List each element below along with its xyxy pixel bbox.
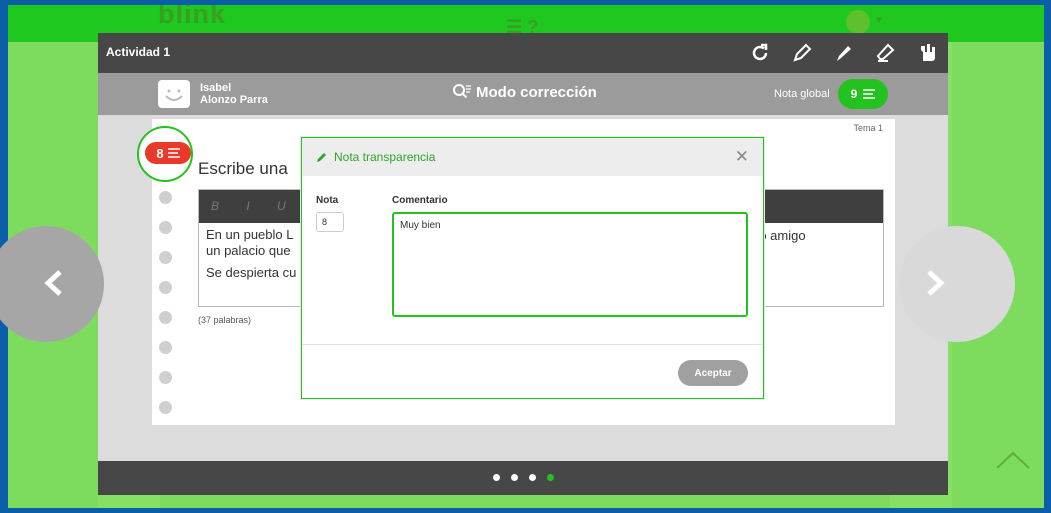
grade-input[interactable]	[316, 212, 344, 232]
answer-text: En un pueblo L	[206, 227, 294, 242]
word-count: (37 palabras)	[198, 315, 252, 325]
student-bar: Isabel Alonzo Parra Modo corrección Nota…	[98, 73, 948, 115]
hole	[159, 281, 172, 294]
hand-icon[interactable]	[916, 41, 940, 65]
pager-dots	[98, 474, 948, 481]
grade-modal: Nota transparencia ✕ Nota Comentario Muy…	[301, 137, 764, 399]
close-icon[interactable]: ✕	[735, 147, 749, 167]
pager-dot[interactable]	[492, 474, 500, 481]
refresh-icon[interactable]	[748, 41, 772, 65]
activity-toolbar: Actividad 1	[98, 33, 948, 73]
modal-header: Nota transparencia ✕	[302, 138, 763, 176]
activity-title: Actividad 1	[106, 45, 171, 59]
search-list-icon	[453, 84, 471, 99]
comment-label: Comentario	[392, 195, 448, 206]
hole	[159, 341, 172, 354]
topic-label: Tema 1	[853, 123, 883, 133]
grade-badge[interactable]: 8	[145, 142, 191, 164]
chevron-right-icon	[927, 270, 945, 296]
next-button[interactable]	[899, 226, 1015, 342]
chevron-down-icon[interactable]: ▼	[874, 15, 884, 26]
brand-logo: blink	[158, 5, 227, 29]
divider	[302, 344, 763, 345]
accept-button[interactable]: Aceptar	[678, 360, 748, 386]
pager-bar	[98, 461, 948, 495]
grade-label: Nota	[316, 195, 339, 206]
hole	[159, 221, 172, 234]
global-grade-label: Nota global	[774, 88, 830, 100]
hole	[159, 251, 172, 264]
global-grade-badge[interactable]: 9	[838, 79, 888, 109]
eraser-icon[interactable]	[874, 41, 898, 65]
pager-dot[interactable]	[510, 474, 518, 481]
chevron-left-icon	[44, 270, 62, 296]
hole	[159, 371, 172, 384]
chevron-up-icon[interactable]	[993, 448, 1033, 472]
question-heading: Escribe una	[198, 159, 288, 178]
student-name: Isabel Alonzo Parra	[200, 82, 268, 106]
modal-title: Nota transparencia	[316, 150, 435, 164]
hole	[159, 401, 172, 414]
pencil-outline-icon[interactable]	[790, 41, 814, 65]
comment-input[interactable]: Muy bien	[392, 212, 748, 317]
user-avatar[interactable]	[846, 10, 870, 34]
hole	[159, 191, 172, 204]
hole	[159, 311, 172, 324]
pager-dot[interactable]	[528, 474, 536, 481]
answer-text: Se despierta cu	[206, 265, 297, 280]
list-icon	[167, 148, 180, 158]
pencil-icon	[317, 153, 326, 162]
student-avatar	[158, 80, 190, 108]
answer-text: un palacio que	[206, 243, 291, 258]
list-icon	[863, 89, 876, 99]
marker-icon[interactable]	[832, 41, 856, 65]
pager-dot-active[interactable]	[546, 474, 554, 481]
correction-mode-title: Modo corrección	[452, 83, 597, 101]
